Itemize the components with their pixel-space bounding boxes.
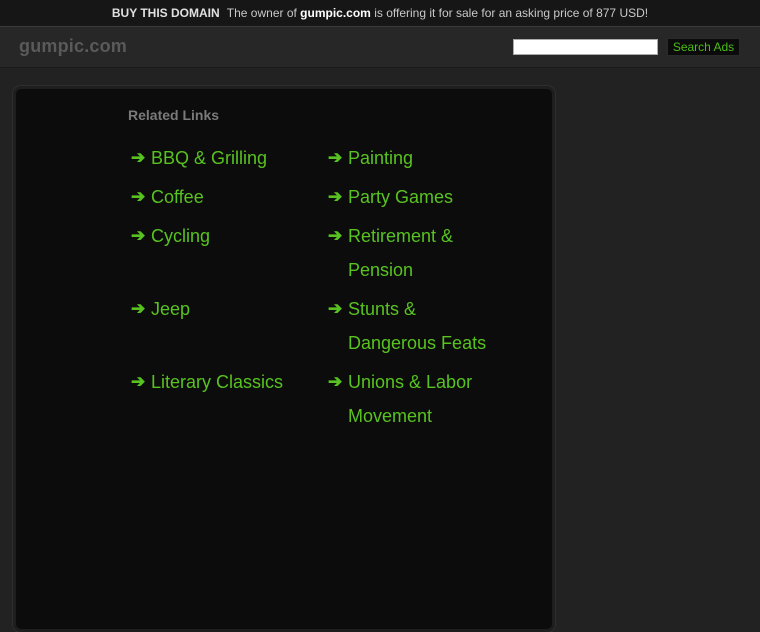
- related-link-label[interactable]: Painting: [348, 141, 538, 175]
- related-link[interactable]: ➔ Retirement & Pension: [328, 219, 538, 287]
- right-arrow-icon: ➔: [131, 148, 146, 167]
- right-arrow-icon: ➔: [328, 226, 343, 245]
- banner-text-after: is offering it for sale for an asking pr…: [370, 6, 649, 20]
- related-link[interactable]: ➔ Literary Classics: [131, 365, 331, 399]
- related-link[interactable]: ➔ Cycling: [131, 219, 331, 253]
- related-link[interactable]: ➔ Stunts & Dangerous Feats: [328, 292, 538, 360]
- site-logo[interactable]: gumpic.com: [19, 36, 127, 57]
- search-input[interactable]: [513, 39, 658, 55]
- related-link[interactable]: ➔ Unions & Labor Movement: [328, 365, 538, 433]
- site-header: gumpic.com Search Ads: [0, 27, 760, 68]
- related-link[interactable]: ➔ Coffee: [131, 180, 331, 214]
- related-link-label[interactable]: Jeep: [151, 292, 331, 326]
- related-link-label[interactable]: Literary Classics: [151, 365, 331, 399]
- related-links-right-column: ➔ Painting ➔ Party Games ➔ Retirement & …: [328, 141, 538, 438]
- related-link-label[interactable]: BBQ & Grilling: [151, 141, 331, 175]
- related-links-title: Related Links: [128, 107, 220, 123]
- right-arrow-icon: ➔: [328, 372, 343, 391]
- domain-sale-banner: BUY THIS DOMAIN The owner of gumpic.com …: [0, 0, 760, 27]
- search-ads-button[interactable]: Search Ads: [667, 38, 740, 56]
- related-links-panel: Related Links ➔ BBQ & Grilling ➔ Coffee …: [13, 86, 555, 632]
- related-link[interactable]: ➔ Party Games: [328, 180, 538, 214]
- related-link[interactable]: ➔ Painting: [328, 141, 538, 175]
- right-arrow-icon: ➔: [328, 299, 343, 318]
- right-arrow-icon: ➔: [328, 187, 343, 206]
- right-arrow-icon: ➔: [131, 299, 146, 318]
- right-arrow-icon: ➔: [328, 148, 343, 167]
- buy-domain-link[interactable]: BUY THIS DOMAIN: [112, 6, 220, 20]
- related-link[interactable]: ➔ BBQ & Grilling: [131, 141, 331, 175]
- banner-domain-name: gumpic.com: [300, 6, 371, 20]
- right-arrow-icon: ➔: [131, 372, 146, 391]
- related-link-label[interactable]: Retirement & Pension: [348, 219, 498, 287]
- right-arrow-icon: ➔: [131, 226, 146, 245]
- related-link[interactable]: ➔ Jeep: [131, 292, 331, 326]
- related-link-label[interactable]: Unions & Labor Movement: [348, 365, 498, 433]
- related-links-left-column: ➔ BBQ & Grilling ➔ Coffee ➔ Cycling ➔ Je…: [131, 141, 331, 404]
- related-link-label[interactable]: Cycling: [151, 219, 331, 253]
- banner-text-before: The owner of: [226, 6, 301, 20]
- right-arrow-icon: ➔: [131, 187, 146, 206]
- related-link-label[interactable]: Stunts & Dangerous Feats: [348, 292, 508, 360]
- related-link-label[interactable]: Coffee: [151, 180, 331, 214]
- related-link-label[interactable]: Party Games: [348, 180, 538, 214]
